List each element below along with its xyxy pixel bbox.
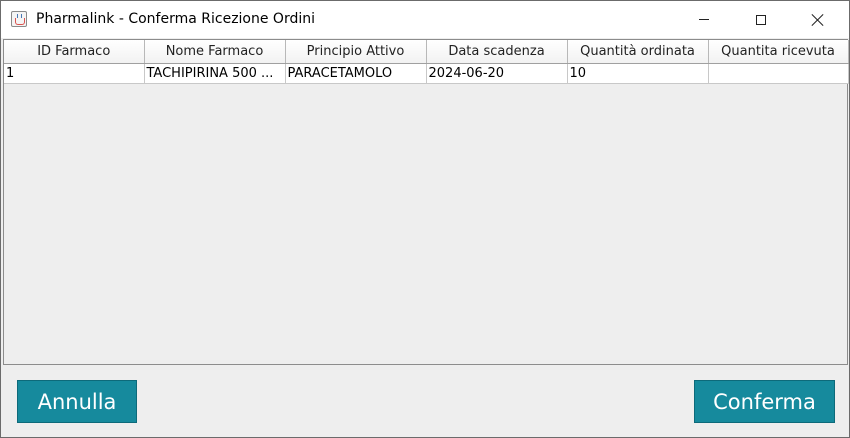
table-cell[interactable]: 2024-06-20: [426, 63, 568, 84]
column-header[interactable]: Quantità ordinata: [567, 40, 709, 64]
orders-table-scrollpane[interactable]: ID Farmaco Nome Farmaco Principio Attivo…: [3, 39, 849, 365]
table-cell[interactable]: PARACETAMOLO: [285, 63, 427, 84]
table-row[interactable]: 1 TACHIPIRINA 500 ... PARACETAMOLO 2024-…: [4, 63, 849, 84]
orders-table: ID Farmaco Nome Farmaco Principio Attivo…: [4, 40, 849, 84]
table-cell[interactable]: 10: [567, 63, 709, 84]
column-header[interactable]: Principio Attivo: [285, 40, 427, 64]
column-header[interactable]: Data scadenza: [426, 40, 568, 64]
confirm-button[interactable]: Conferma: [694, 380, 835, 423]
table-cell-editable[interactable]: [708, 63, 849, 84]
table-header-row: ID Farmaco Nome Farmaco Principio Attivo…: [4, 40, 849, 64]
maximize-icon: [756, 14, 766, 25]
table-cell[interactable]: 1: [4, 63, 145, 84]
window-title: Pharmalink - Conferma Ricezione Ordini: [36, 11, 316, 27]
column-header[interactable]: ID Farmaco: [4, 40, 145, 64]
app-window: Pharmalink - Conferma Ricezione Ordini I…: [0, 0, 850, 438]
close-icon: [811, 13, 825, 27]
minimize-icon: [699, 19, 709, 20]
table-cell[interactable]: TACHIPIRINA 500 ...: [144, 63, 286, 84]
maximize-button[interactable]: [738, 1, 784, 38]
minimize-button[interactable]: [681, 1, 727, 38]
close-button[interactable]: [795, 1, 841, 38]
column-header[interactable]: Nome Farmaco: [144, 40, 286, 64]
column-header[interactable]: Quantita ricevuta: [708, 40, 849, 64]
cancel-button[interactable]: Annulla: [17, 380, 137, 423]
java-cup-icon: [11, 11, 27, 27]
title-bar[interactable]: Pharmalink - Conferma Ricezione Ordini: [1, 1, 849, 38]
